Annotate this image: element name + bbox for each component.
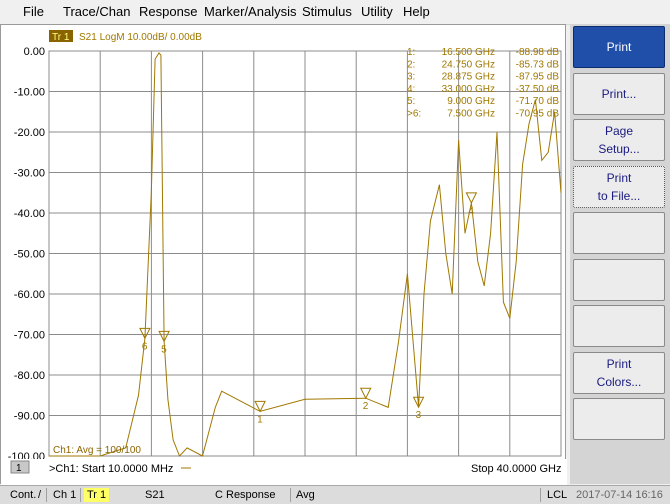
status-lcl: LCL xyxy=(547,489,568,501)
sweep-mode[interactable]: Cont. xyxy=(10,488,36,502)
status-parameter[interactable]: S21 xyxy=(145,488,165,502)
channel-number[interactable]: 1 xyxy=(16,463,22,474)
marker-row-frequency: 24.750 GHz xyxy=(442,59,495,70)
y-tick-label: -50.00 xyxy=(14,249,45,261)
softkey-print-colors[interactable]: Print Colors... xyxy=(573,351,665,394)
softkey-label: Print xyxy=(606,40,632,54)
menu-marker-analysis[interactable]: Marker/Analysis xyxy=(204,4,296,19)
marker-6-number: 6 xyxy=(142,341,148,352)
y-tick-label: -80.00 xyxy=(14,370,45,382)
trace-display: 0.00 -10.00 -20.00 -30.00 -40.00 -50.00 -60.00… xyxy=(0,24,567,485)
y-tick-label: -40.00 xyxy=(14,208,45,220)
softkey-label: Colors... xyxy=(596,374,642,389)
softkey-blank-6[interactable] xyxy=(573,258,665,301)
s21-chart: 0.00 -10.00 -20.00 -30.00 -40.00 -50.00 -60.00… xyxy=(1,30,567,485)
y-tick-labels: 0.00 -10.00 -20.00 -30.00 -40.00 -50.00 -60.00… xyxy=(8,46,45,463)
marker-row-frequency: 28.875 GHz xyxy=(442,72,495,83)
start-frequency[interactable]: >Ch1: Start 10.0000 MHz xyxy=(49,463,173,475)
divider xyxy=(290,488,291,502)
status-channel[interactable]: Ch 1 xyxy=(53,488,76,502)
y-tick-label: -90.00 xyxy=(14,411,45,423)
softkey-blank-9[interactable] xyxy=(573,398,665,440)
marker-row-frequency: 16.500 GHz xyxy=(442,47,495,58)
y-tick-label: -70.00 xyxy=(14,330,45,342)
status-averaging[interactable]: Avg xyxy=(296,488,315,502)
marker-2-number: 2 xyxy=(363,401,369,412)
trace-label: S21 LogM 10.00dB/ 0.00dB xyxy=(79,32,202,43)
menu-trace-chan[interactable]: Trace/Chan xyxy=(63,4,130,19)
marker-row-frequency: 9.000 GHz xyxy=(447,96,495,107)
stop-frequency[interactable]: Stop 40.0000 GHz xyxy=(471,463,562,475)
trace-tag[interactable]: Tr 1 xyxy=(52,32,70,43)
status-bar: Cont. / Ch 1 Tr 1 S21 C Response Avg LCL… xyxy=(0,485,670,504)
marker-row-frequency: 33.000 GHz xyxy=(442,84,495,95)
marker-row-value: -71.70 dB xyxy=(516,96,560,107)
marker-row-frequency: 7.500 GHz xyxy=(447,109,495,120)
marker-row-number: 1: xyxy=(407,47,415,58)
softkey-blank-7[interactable] xyxy=(573,305,665,347)
menu-file[interactable]: File xyxy=(23,4,44,19)
y-tick-label: -10.00 xyxy=(14,87,45,99)
softkey-panel: Print Print... Page Setup... Print to File...… xyxy=(570,24,670,484)
softkey-print[interactable]: Print... xyxy=(573,72,665,115)
marker-row-number: 4: xyxy=(407,84,415,95)
marker-row-number: 5: xyxy=(407,96,415,107)
marker-5-number: 5 xyxy=(161,344,167,355)
softkey-label: Print... xyxy=(601,86,637,101)
menu-help[interactable]: Help xyxy=(403,4,430,19)
menu-utility[interactable]: Utility xyxy=(361,4,393,19)
marker-1-number: 1 xyxy=(257,414,263,425)
divider xyxy=(80,488,81,502)
menu-response[interactable]: Response xyxy=(139,4,198,19)
marker-row-value: -85.73 dB xyxy=(516,59,560,70)
status-datetime: 2017-07-14 16:16 xyxy=(576,489,663,501)
softkey-label: Print xyxy=(606,170,632,185)
softkey-label: Print xyxy=(606,356,632,371)
softkey-label: to File... xyxy=(597,188,641,203)
marker-3-number: 3 xyxy=(416,410,422,421)
y-tick-label: 0.00 xyxy=(24,46,45,58)
marker-4-number: 4 xyxy=(468,206,474,217)
divider xyxy=(46,488,47,502)
softkey-print-to-file[interactable]: Print to File... xyxy=(573,165,665,208)
sweep-mode-icon: / xyxy=(38,489,42,501)
marker-row-value: -70.95 dB xyxy=(516,109,560,120)
marker-row-number: >6: xyxy=(407,109,421,120)
status-trace[interactable]: Tr 1 xyxy=(84,488,110,502)
marker-row-value: -87.95 dB xyxy=(516,72,560,83)
averaging-overlay: Ch1: Avg = 100/100 xyxy=(53,445,141,456)
marker-row-value: -37.50 dB xyxy=(516,84,560,95)
marker-row-value: -88.98 dB xyxy=(516,47,560,58)
y-tick-label: -60.00 xyxy=(14,289,45,301)
y-tick-label: -30.00 xyxy=(14,168,45,180)
menu-stimulus[interactable]: Stimulus xyxy=(302,4,352,19)
softkey-label: Setup... xyxy=(598,142,640,156)
divider xyxy=(540,488,541,502)
marker-row-number: 3: xyxy=(407,72,415,83)
softkey-label: Page xyxy=(604,124,634,138)
softkey-page-setup[interactable]: Page Setup... xyxy=(573,119,665,161)
y-tick-label: -20.00 xyxy=(14,127,45,139)
status-correction[interactable]: C Response xyxy=(215,488,276,502)
softkey-blank-5[interactable] xyxy=(573,212,665,254)
softkey-print[interactable]: Print xyxy=(573,26,665,68)
menu-bar: File Trace/Chan Response Marker/Analysis… xyxy=(0,0,670,25)
marker-row-number: 2: xyxy=(407,59,415,70)
